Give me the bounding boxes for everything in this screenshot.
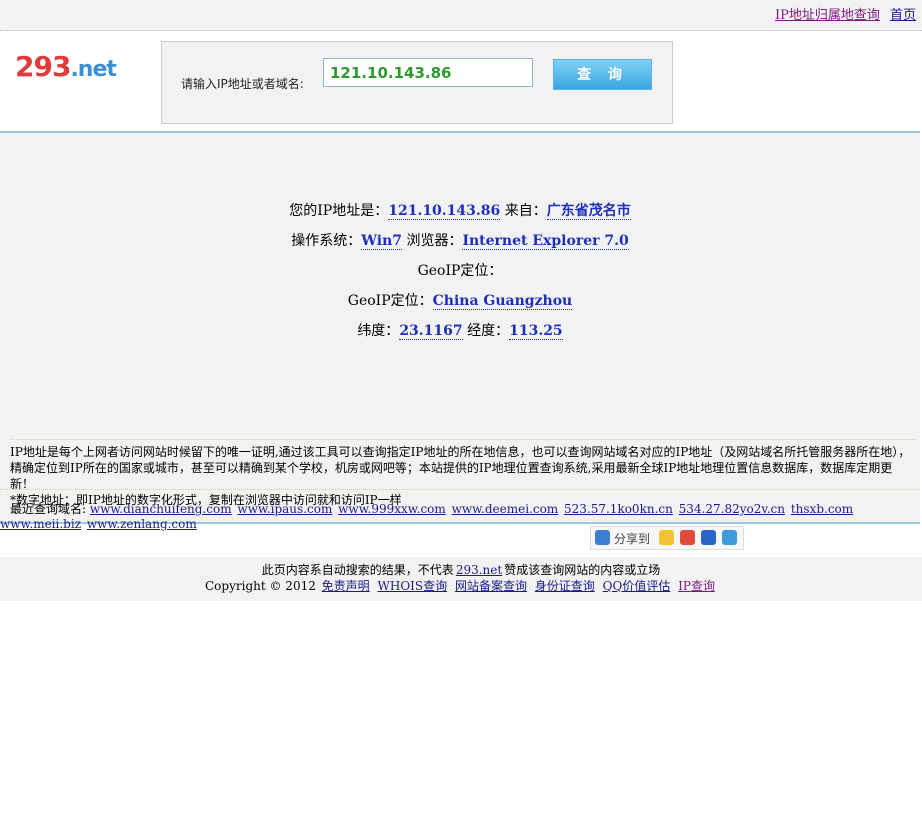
lng-value: 113.25 [509,323,563,340]
recent-domain-link[interactable]: www.999xxw.com [338,502,446,516]
ip-lookup-link[interactable]: IP地址归属地查询 [775,8,880,23]
logo-number: 293 [15,50,71,83]
ip-value: 121.10.143.86 [388,203,501,220]
share-plus-icon[interactable] [595,530,610,545]
location-value: 广东省茂名市 [546,203,631,220]
search-button[interactable]: 查 询 [553,59,652,90]
recent-domain-link[interactable]: www.zenlang.com [87,517,197,531]
ip-search-input[interactable] [323,58,533,87]
ip-query-link[interactable]: IP查询 [678,579,715,593]
browser-label: 浏览器： [406,233,463,249]
recent-domain-link[interactable]: www.deemei.com [452,502,559,516]
footer-links: Copyright © 2012 免责声明 WHOIS查询 网站备案查询 身份证… [0,578,922,594]
site-logo[interactable]: 293.net [15,50,117,83]
disclaimer-link[interactable]: 免责声明 [322,579,370,593]
footer-suffix: 赞成该查询网站的内容或立场 [504,563,661,577]
lat-value: 23.1167 [399,323,463,340]
logo-domain: .net [70,57,116,82]
info-line-1: IP地址是每个上网者访问网站时候留下的唯一证明,通过该工具可以查询指定IP地址的… [10,445,911,491]
os-value: Win7 [361,233,402,250]
search-panel: 请输入IP地址或者域名: 查 询 [161,41,673,124]
ip-line: 您的IP地址是：121.10.143.86 来自：广东省茂名市 [0,200,920,220]
home-link[interactable]: 首页 [890,8,916,23]
browser-value: Internet Explorer 7.0 [462,233,629,250]
os-line: 操作系统：Win7 浏览器：Internet Explorer 7.0 [0,230,920,250]
from-label: 来自： [504,203,547,219]
result-panel: 您的IP地址是：121.10.143.86 来自：广东省茂名市 操作系统：Win… [0,131,920,531]
whois-link[interactable]: WHOIS查询 [378,579,448,593]
ip-label: 您的IP地址是： [289,203,389,219]
top-links: IP地址归属地查询 首页 [769,4,916,23]
footer-site-link[interactable]: 293.net [456,563,502,577]
recent-domain-link[interactable]: www.meii.biz [0,517,81,531]
geoip-line-empty: GeoIP定位： [0,260,920,280]
geoip-value: China Guangzhou [432,293,573,310]
search-label: 请输入IP地址或者域名: [181,77,304,91]
weibo-icon[interactable] [680,530,695,545]
geoip-label: GeoIP定位： [347,293,433,309]
share-label[interactable]: 分享到 [614,530,650,547]
os-label: 操作系统： [291,233,362,249]
lng-label: 经度： [467,323,510,339]
tieba-icon[interactable] [722,530,737,545]
icp-link[interactable]: 网站备案查询 [455,579,527,593]
recent-queries: 最近查询域名: www.dianchuifeng.com www.ipaus.c… [0,489,920,531]
footer: 此页内容系自动搜索的结果，不代表 293.net 赞成该查询网站的内容或立场 Cop… [0,557,922,601]
recent-domain-link[interactable]: www.ipaus.com [237,502,332,516]
copyright: Copyright © 2012 [205,579,316,593]
share-bar: 分享到 [590,526,744,550]
qzone-icon[interactable] [659,530,674,545]
geoip-line: GeoIP定位：China Guangzhou [0,290,920,310]
qq-value-link[interactable]: QQ价值评估 [603,579,671,593]
geoip-label-empty: GeoIP定位： [417,263,503,279]
footer-disclaimer: 此页内容系自动搜索的结果，不代表 293.net 赞成该查询网站的内容或立场 [0,562,922,578]
recent-domain-link[interactable]: 523.57.1ko0kn.cn [564,502,673,516]
coords-line: 纬度：23.1167 经度：113.25 [0,320,920,340]
recent-domain-link[interactable]: www.dianchuifeng.com [90,502,232,516]
baidu-icon[interactable] [701,530,716,545]
lat-label: 纬度： [357,323,400,339]
id-card-link[interactable]: 身份证查询 [535,579,595,593]
recent-label: 最近查询域名: [10,502,87,516]
footer-prefix: 此页内容系自动搜索的结果，不代表 [261,563,454,577]
recent-domain-link[interactable]: 534.27.82yo2v.cn [679,502,785,516]
recent-domain-link[interactable]: thsxb.com [791,502,853,516]
top-bar: IP地址归属地查询 首页 [0,0,922,31]
